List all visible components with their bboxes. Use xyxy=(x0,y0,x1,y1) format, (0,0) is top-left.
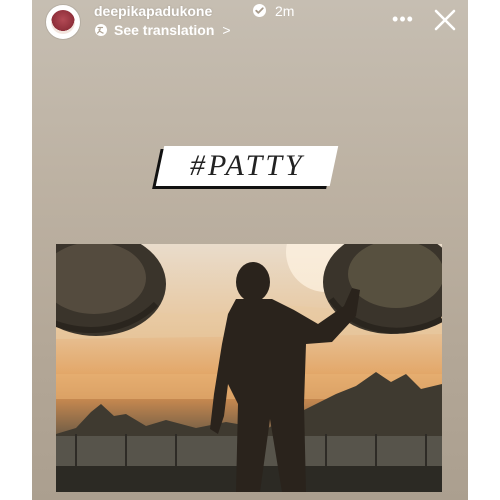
see-translation-label: See translation xyxy=(114,22,215,38)
see-translation-link[interactable]: See translation > xyxy=(94,21,231,39)
hashtag-text: #PATTY xyxy=(189,149,305,182)
hashtag-sticker[interactable]: #PATTY xyxy=(155,146,339,186)
verified-badge-icon xyxy=(253,4,266,17)
more-options-icon: ••• xyxy=(392,8,414,29)
close-icon xyxy=(434,9,456,31)
translate-icon xyxy=(95,24,107,36)
chevron-right-icon: > xyxy=(222,22,231,38)
photo-scene xyxy=(56,244,442,492)
username[interactable]: deepikapadukone xyxy=(94,3,212,19)
profile-avatar[interactable] xyxy=(46,5,80,39)
close-button[interactable] xyxy=(432,7,458,33)
post-time: 2m xyxy=(275,3,295,19)
story-photo xyxy=(56,244,442,492)
story-viewer: deepikapadukone 2m See translation > •••… xyxy=(32,0,468,500)
avatar-image xyxy=(51,10,75,34)
more-options-button[interactable]: ••• xyxy=(392,8,414,30)
story-header: deepikapadukone 2m See translation > ••• xyxy=(32,0,468,48)
